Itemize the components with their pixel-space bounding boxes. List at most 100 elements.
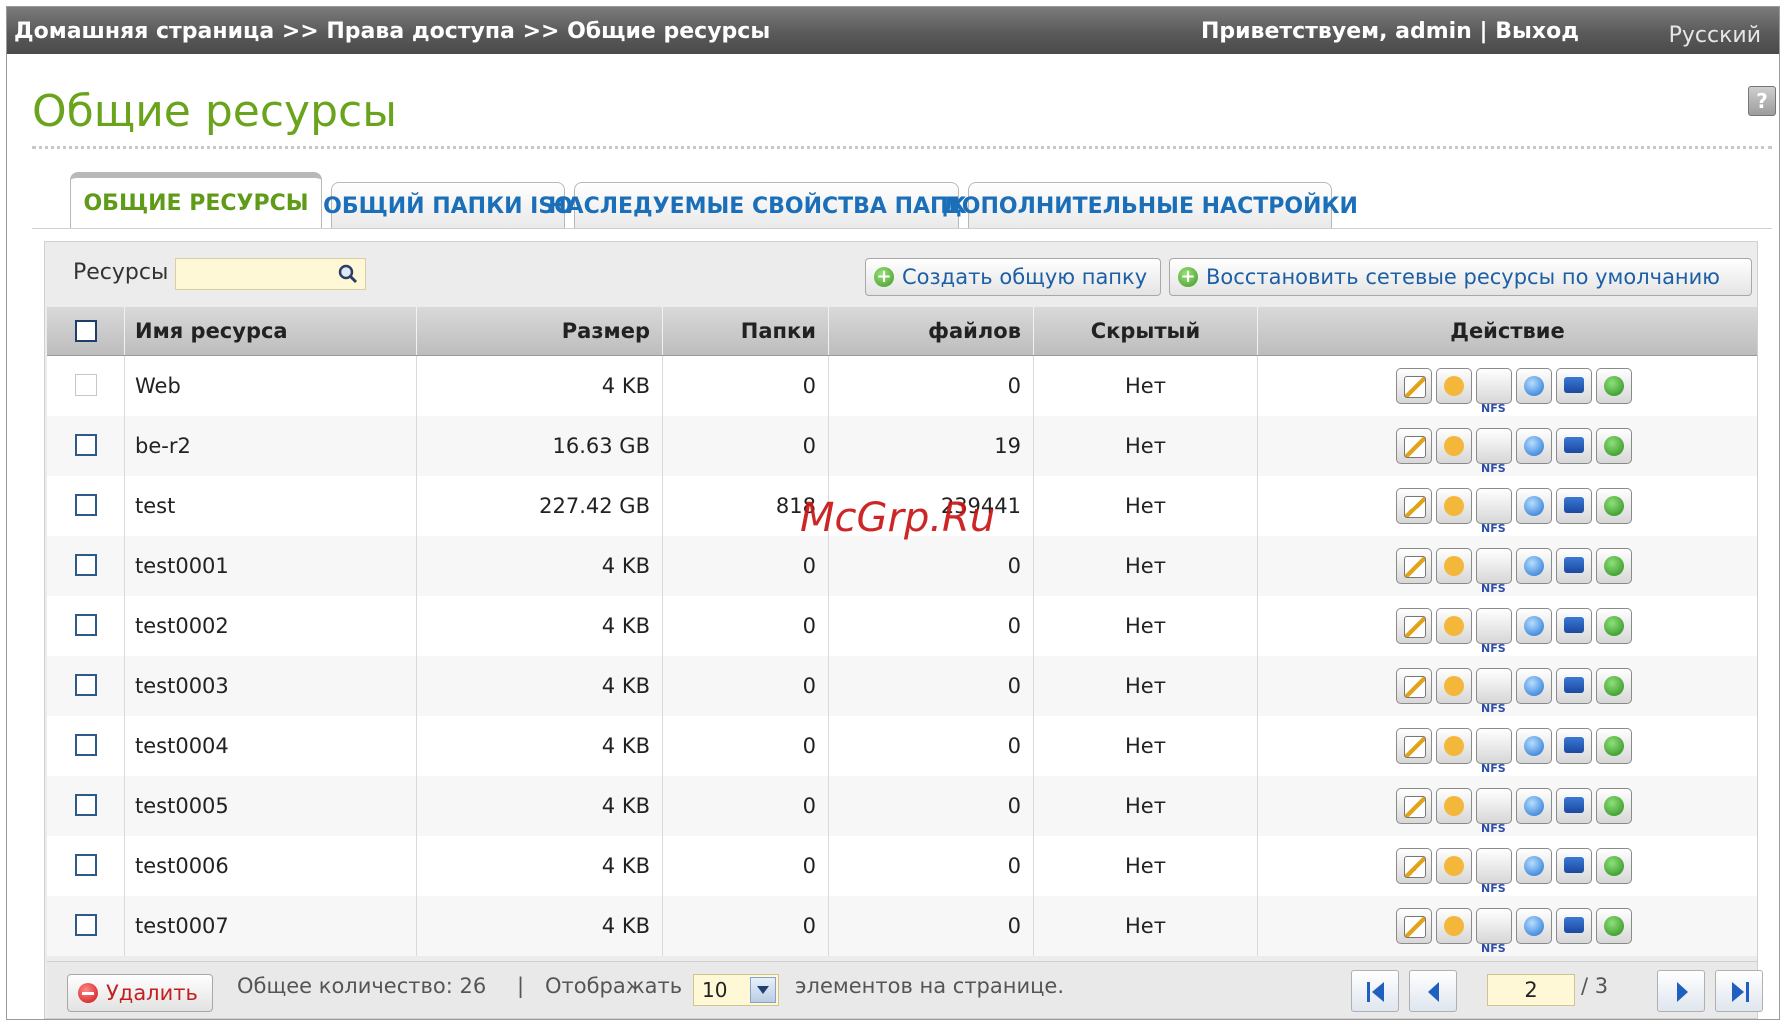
- header-files[interactable]: файлов: [829, 307, 1034, 355]
- table-row[interactable]: be-r2 16.63 GB 0 19 Нет: [47, 416, 1757, 499]
- edit-icon[interactable]: [1396, 788, 1432, 824]
- header-name[interactable]: Имя ресурса: [125, 307, 417, 355]
- share-name[interactable]: test0006: [125, 836, 417, 896]
- share-name[interactable]: test0002: [125, 596, 417, 656]
- edit-icon[interactable]: [1396, 488, 1432, 524]
- search-input[interactable]: [175, 258, 366, 290]
- monitor-icon[interactable]: [1556, 908, 1592, 944]
- permissions-icon[interactable]: [1436, 908, 1472, 944]
- nfs-icon[interactable]: [1476, 488, 1512, 559]
- nfs-icon[interactable]: [1476, 848, 1512, 919]
- refresh-icon[interactable]: [1596, 908, 1632, 944]
- row-checkbox[interactable]: [75, 794, 97, 816]
- permissions-icon[interactable]: [1436, 488, 1472, 524]
- header-hidden[interactable]: Скрытый: [1034, 307, 1258, 355]
- row-checkbox[interactable]: [75, 494, 97, 516]
- permissions-icon[interactable]: [1436, 848, 1472, 884]
- share-name[interactable]: Web: [125, 356, 417, 416]
- refresh-icon[interactable]: [1596, 668, 1632, 704]
- share-name[interactable]: test: [125, 476, 417, 536]
- edit-icon[interactable]: [1396, 908, 1432, 944]
- table-row[interactable]: test0001 4 KB 0 0 Нет: [47, 536, 1757, 619]
- help-icon[interactable]: ?: [1748, 86, 1776, 116]
- tab-advanced-settings[interactable]: ДОПОЛНИТЕЛЬНЫЕ НАСТРОЙКИ: [942, 182, 1358, 229]
- monitor-icon[interactable]: [1556, 848, 1592, 884]
- monitor-icon[interactable]: [1556, 788, 1592, 824]
- select-all-checkbox[interactable]: [75, 320, 97, 342]
- permissions-icon[interactable]: [1436, 368, 1472, 404]
- row-checkbox[interactable]: [75, 854, 97, 876]
- nfs-icon[interactable]: [1476, 788, 1512, 859]
- tab-iso-folders[interactable]: ОБЩИЙ ПАПКИ ISO: [323, 182, 573, 229]
- table-row[interactable]: test0006 4 KB 0 0 Нет: [47, 836, 1757, 919]
- share-name[interactable]: be-r2: [125, 416, 417, 476]
- tab-inherited-folder-properties[interactable]: НАСЛЕДУЕМЫЕ СВОЙСТВА ПАПКИ: [548, 182, 985, 229]
- row-checkbox[interactable]: [75, 434, 97, 456]
- breadcrumb-access-rights[interactable]: Права доступа: [326, 19, 515, 44]
- prev-page-button[interactable]: [1409, 970, 1457, 1012]
- permissions-icon[interactable]: [1436, 548, 1472, 584]
- table-row[interactable]: test0002 4 KB 0 0 Нет: [47, 596, 1757, 679]
- search-icon[interactable]: [337, 263, 359, 285]
- share-name[interactable]: test0001: [125, 536, 417, 596]
- nfs-icon[interactable]: [1476, 608, 1512, 679]
- table-row[interactable]: test0003 4 KB 0 0 Нет: [47, 656, 1757, 739]
- monitor-icon[interactable]: [1556, 428, 1592, 464]
- edit-icon[interactable]: [1396, 848, 1432, 884]
- permissions-icon[interactable]: [1436, 788, 1472, 824]
- language-selector[interactable]: Русский: [1669, 23, 1761, 48]
- nfs-icon[interactable]: [1476, 428, 1512, 499]
- globe-icon[interactable]: [1516, 788, 1552, 824]
- edit-icon[interactable]: [1396, 548, 1432, 584]
- row-checkbox[interactable]: [75, 674, 97, 696]
- per-page-select[interactable]: 10: [693, 974, 779, 1006]
- globe-icon[interactable]: [1516, 848, 1552, 884]
- permissions-icon[interactable]: [1436, 608, 1472, 644]
- header-size[interactable]: Размер: [417, 307, 663, 355]
- refresh-icon[interactable]: [1596, 608, 1632, 644]
- first-page-button[interactable]: [1351, 970, 1399, 1012]
- refresh-icon[interactable]: [1596, 548, 1632, 584]
- globe-icon[interactable]: [1516, 728, 1552, 764]
- edit-icon[interactable]: [1396, 608, 1432, 644]
- header-folders[interactable]: Папки: [663, 307, 829, 355]
- logout-link[interactable]: Выход: [1495, 19, 1579, 44]
- row-checkbox[interactable]: [75, 734, 97, 756]
- next-page-button[interactable]: [1657, 970, 1705, 1012]
- table-row[interactable]: Web 4 KB 0 0 Нет: [47, 356, 1757, 439]
- create-share-button[interactable]: + Создать общую папку: [865, 258, 1161, 296]
- delete-button[interactable]: Удалить: [67, 974, 213, 1012]
- refresh-icon[interactable]: [1596, 428, 1632, 464]
- refresh-icon[interactable]: [1596, 848, 1632, 884]
- restore-defaults-button[interactable]: + Восстановить сетевые ресурсы по умолча…: [1169, 258, 1752, 296]
- share-name[interactable]: test0004: [125, 716, 417, 776]
- globe-icon[interactable]: [1516, 668, 1552, 704]
- monitor-icon[interactable]: [1556, 488, 1592, 524]
- monitor-icon[interactable]: [1556, 668, 1592, 704]
- edit-icon[interactable]: [1396, 428, 1432, 464]
- permissions-icon[interactable]: [1436, 428, 1472, 464]
- refresh-icon[interactable]: [1596, 488, 1632, 524]
- share-name[interactable]: test0005: [125, 776, 417, 836]
- page-number-input[interactable]: 2: [1487, 974, 1575, 1006]
- tab-shared-resources[interactable]: ОБЩИЕ РЕСУРСЫ: [70, 172, 322, 229]
- globe-icon[interactable]: [1516, 428, 1552, 464]
- row-checkbox[interactable]: [75, 914, 97, 936]
- table-row[interactable]: test0007 4 KB 0 0 Нет: [47, 896, 1757, 979]
- chevron-down-icon[interactable]: [750, 977, 776, 1003]
- edit-icon[interactable]: [1396, 728, 1432, 764]
- breadcrumb-home[interactable]: Домашняя страница: [14, 19, 274, 44]
- globe-icon[interactable]: [1516, 548, 1552, 584]
- row-checkbox[interactable]: [75, 614, 97, 636]
- last-page-button[interactable]: [1715, 970, 1763, 1012]
- globe-icon[interactable]: [1516, 908, 1552, 944]
- monitor-icon[interactable]: [1556, 728, 1592, 764]
- share-name[interactable]: test0007: [125, 896, 417, 956]
- row-checkbox[interactable]: [75, 554, 97, 576]
- table-row[interactable]: test0004 4 KB 0 0 Нет: [47, 716, 1757, 799]
- edit-icon[interactable]: [1396, 668, 1432, 704]
- refresh-icon[interactable]: [1596, 368, 1632, 404]
- share-name[interactable]: test0003: [125, 656, 417, 716]
- nfs-icon[interactable]: [1476, 908, 1512, 979]
- globe-icon[interactable]: [1516, 488, 1552, 524]
